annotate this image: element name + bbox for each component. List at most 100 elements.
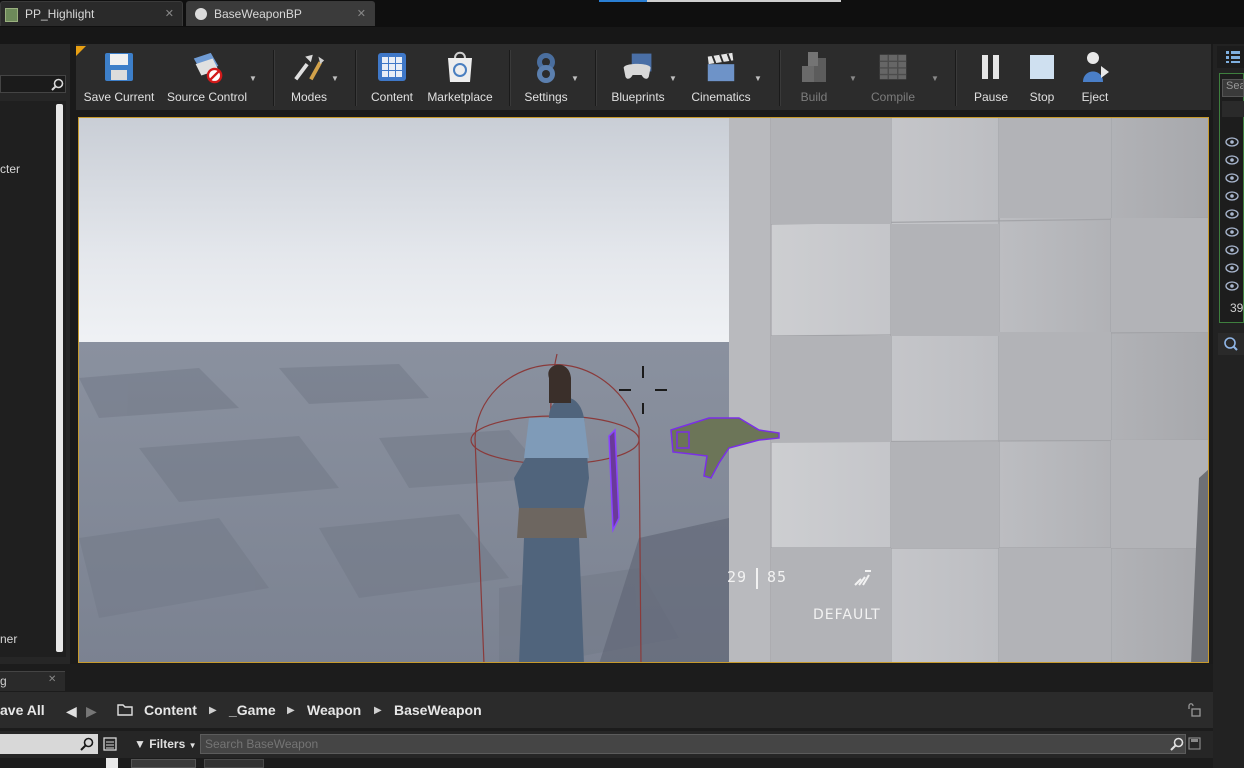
close-icon[interactable]: ✕ <box>165 7 174 20</box>
viewport-scene <box>79 118 1208 662</box>
chevron-down-icon[interactable]: ▼ <box>931 74 939 83</box>
source-control-button[interactable]: Source Control <box>164 50 250 108</box>
eye-icon[interactable] <box>1225 191 1239 201</box>
fire-mode-label: DEFAULT <box>813 607 881 623</box>
right-search-input[interactable]: Sea <box>1222 79 1244 97</box>
save-all-button[interactable]: ave All <box>0 702 45 718</box>
divider <box>779 50 781 106</box>
breadcrumb-arrow-icon[interactable]: ▶ <box>374 705 382 716</box>
divider <box>273 50 275 106</box>
divider <box>355 50 357 106</box>
list-item[interactable]: ner <box>0 632 17 646</box>
divider <box>955 50 957 106</box>
marketplace-icon <box>448 51 472 82</box>
eye-icon[interactable] <box>1225 263 1239 273</box>
content-button[interactable]: Content <box>369 50 415 108</box>
settings-button[interactable]: Settings <box>522 50 570 108</box>
eye-icon[interactable] <box>1225 281 1239 291</box>
clapperboard-icon <box>707 52 735 82</box>
content-browser-icon <box>378 53 406 81</box>
breadcrumb-arrow-icon[interactable]: ▶ <box>209 705 217 716</box>
list-icon[interactable] <box>1226 51 1240 63</box>
blueprint-icon <box>195 8 207 20</box>
details-header <box>1218 333 1244 355</box>
breadcrumb-item[interactable]: BaseWeapon <box>394 702 482 718</box>
save-search-icon[interactable] <box>1188 737 1201 750</box>
stop-icon <box>1030 55 1054 79</box>
close-icon[interactable]: ✕ <box>357 7 366 20</box>
eye-icon[interactable] <box>1225 227 1239 237</box>
eject-icon <box>1083 52 1109 82</box>
outliner-search-input[interactable] <box>0 75 66 93</box>
eye-icon[interactable] <box>1225 209 1239 219</box>
back-arrow-icon[interactable]: ◀ <box>66 703 77 720</box>
forward-arrow-icon[interactable]: ▶ <box>86 703 97 720</box>
sources-search-input[interactable] <box>0 734 98 754</box>
tab-label: PP_Highlight <box>25 7 95 21</box>
content-browser-tab[interactable]: g ✕ <box>0 671 65 691</box>
ammo-divider <box>756 568 758 589</box>
view-options-icon[interactable] <box>103 737 117 751</box>
tab-baseweaponbp[interactable]: BaseWeaponBP ✕ <box>186 1 375 26</box>
filter-icon: ▼ <box>134 737 146 751</box>
breadcrumb-item[interactable]: Content <box>144 702 197 718</box>
modes-button[interactable]: Modes <box>286 50 332 108</box>
tab-label: BaseWeaponBP <box>214 7 302 21</box>
breadcrumb-item[interactable]: _Game <box>229 702 276 718</box>
filters-button[interactable]: ▼ Filters ▼ <box>134 737 197 751</box>
save-icon <box>105 53 133 81</box>
pause-icon <box>982 55 999 79</box>
asset-search-input[interactable] <box>200 734 1186 754</box>
list-item[interactable]: cter <box>0 162 20 176</box>
tab-pp-highlight[interactable]: PP_Highlight ✕ <box>0 1 183 26</box>
cinematics-button[interactable]: Cinematics <box>688 50 754 108</box>
search-icon[interactable] <box>1170 737 1184 751</box>
asset-tile[interactable] <box>204 759 264 768</box>
actor-count: 39 <box>1230 301 1244 315</box>
chevron-down-icon[interactable]: ▼ <box>571 74 579 83</box>
ammo-clip-count: 29 <box>727 568 748 586</box>
marketplace-button[interactable]: Marketplace <box>424 50 496 108</box>
save-current-button[interactable]: Save Current <box>83 50 155 108</box>
compile-button[interactable]: Compile <box>868 50 918 108</box>
folder-icon <box>117 704 133 716</box>
material-icon <box>5 8 18 22</box>
chevron-down-icon[interactable]: ▼ <box>331 74 339 83</box>
eye-icon[interactable] <box>1225 155 1239 165</box>
chevron-down-icon[interactable]: ▼ <box>669 74 677 83</box>
stop-button[interactable]: Stop <box>1024 50 1060 108</box>
chevron-down-icon[interactable]: ▼ <box>249 74 257 83</box>
eye-icon[interactable] <box>1225 245 1239 255</box>
level-viewport[interactable]: 29 85 DEFAULT <box>78 117 1209 663</box>
modes-icon <box>294 54 325 81</box>
eye-icon[interactable] <box>1225 137 1239 147</box>
breadcrumb-item[interactable]: Weapon <box>307 702 361 718</box>
eject-button[interactable]: Eject <box>1074 50 1116 108</box>
details-icon[interactable] <box>1224 337 1238 351</box>
panel-header <box>1217 46 1244 68</box>
build-button[interactable]: Build <box>792 50 836 108</box>
ammo-reserve-count: 85 <box>767 568 788 586</box>
chevron-down-icon: ▼ <box>188 741 197 750</box>
chevron-down-icon[interactable]: ▼ <box>849 74 857 83</box>
pause-button[interactable]: Pause <box>970 50 1012 108</box>
close-icon[interactable]: ✕ <box>48 674 56 685</box>
build-icon <box>802 52 826 82</box>
eye-icon[interactable] <box>1225 173 1239 183</box>
column-header <box>1222 101 1244 117</box>
gear-icon <box>537 53 555 83</box>
blueprints-icon <box>623 53 652 79</box>
scrollbar[interactable] <box>56 104 63 652</box>
menu-strip <box>0 27 1244 44</box>
search-icon[interactable] <box>80 737 94 751</box>
search-icon[interactable] <box>51 78 64 91</box>
compile-icon <box>879 54 907 80</box>
breadcrumb-arrow-icon[interactable]: ▶ <box>287 705 295 716</box>
progress-fill <box>599 0 647 2</box>
asset-search-field[interactable] <box>201 735 1155 751</box>
blueprints-button[interactable]: Blueprints <box>609 50 667 108</box>
scrollbar[interactable] <box>106 758 118 768</box>
chevron-down-icon[interactable]: ▼ <box>754 74 762 83</box>
asset-tile[interactable] <box>131 759 196 768</box>
lock-icon[interactable] <box>1187 703 1201 717</box>
